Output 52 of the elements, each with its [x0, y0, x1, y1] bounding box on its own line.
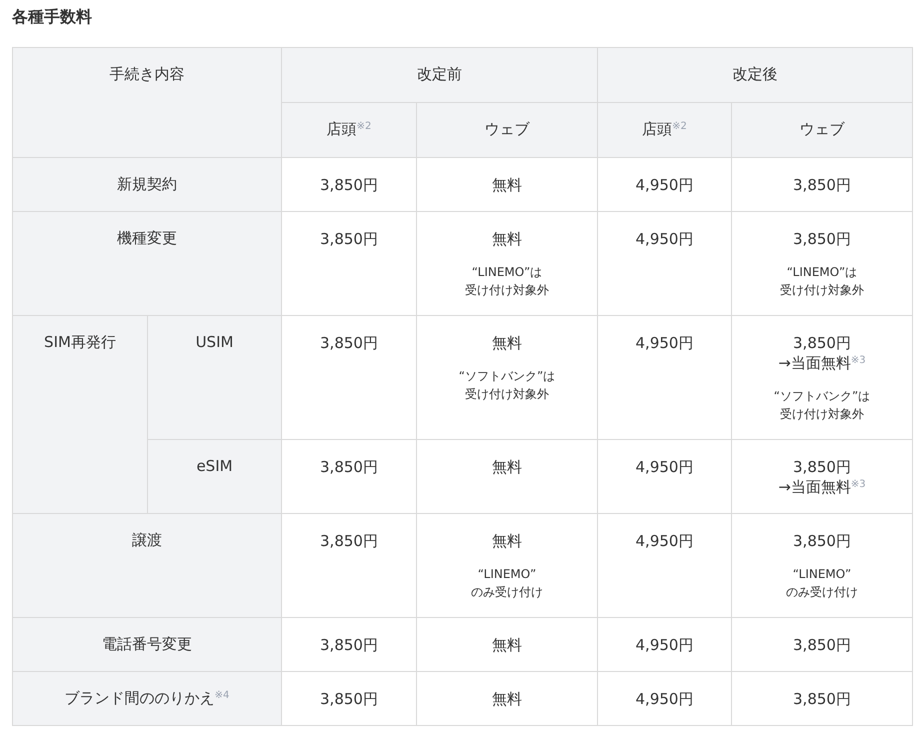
fee-value: 3,850円	[319, 457, 379, 477]
fee-value: →当面無料$^{※3}$	[777, 477, 867, 497]
fee-value: 3,850円	[792, 457, 852, 477]
fee-value: 3,850円	[792, 635, 852, 655]
row-header: ブランド間ののりかえ$^{※4}$	[64, 688, 230, 708]
fee-value: 3,850円	[319, 229, 379, 249]
row-header: 機種変更	[117, 228, 177, 248]
fee-value: 4,950円	[634, 333, 694, 353]
fee-value: 4,950円	[634, 531, 694, 551]
row-header: 新規契約	[117, 174, 177, 194]
fee-value: 無料	[491, 229, 523, 249]
fee-value: 3,850円	[792, 229, 852, 249]
column-header: 店頭$^{※2}$	[642, 119, 687, 139]
fee-value: 無料	[491, 333, 523, 353]
note-text: “ソフトバンク”は 受け付け対象外	[774, 388, 870, 423]
fee-value: 3,850円	[319, 689, 379, 709]
fee-value: 3,850円	[319, 333, 379, 353]
fee-value: 3,850円	[319, 175, 379, 195]
fee-value: 無料	[491, 689, 523, 709]
column-header: 手続き内容	[110, 64, 184, 84]
column-group-header: 改定前	[417, 64, 462, 84]
fee-value: 3,850円	[792, 531, 852, 551]
fee-value: 3,850円	[319, 531, 379, 551]
fee-value: →当面無料$^{※3}$	[777, 353, 867, 373]
fee-value: 3,850円	[792, 333, 852, 353]
column-header: ウェブ	[800, 119, 844, 139]
fee-value: 3,850円	[319, 635, 379, 655]
column-header: 店頭$^{※2}$	[326, 119, 372, 139]
row-header: 譲渡	[132, 530, 162, 550]
fee-value: 4,950円	[634, 689, 694, 709]
fee-value: 4,950円	[634, 457, 694, 477]
fee-value: 無料	[491, 457, 523, 477]
fee-value: 3,850円	[792, 689, 852, 709]
note-text: “ソフトバンク”は 受け付け対象外	[458, 368, 556, 403]
column-group-header: 改定後	[732, 64, 778, 84]
fee-value: 無料	[491, 531, 523, 551]
fee-value: 無料	[491, 635, 523, 655]
row-subheader: USIM	[196, 332, 234, 352]
row-header: SIM再発行	[44, 332, 116, 352]
fee-value: 4,950円	[634, 635, 694, 655]
note-text: “LINEMO” のみ受け付け	[786, 566, 858, 601]
note-text: “LINEMO”は 受け付け対象外	[465, 264, 549, 299]
fee-value: 無料	[491, 175, 523, 195]
section-title: 各種手数料	[12, 6, 93, 28]
note-text: “LINEMO”は 受け付け対象外	[780, 264, 864, 299]
row-subheader: eSIM	[196, 456, 233, 476]
note-text: “LINEMO” のみ受け付け	[471, 566, 543, 601]
row-header: 電話番号変更	[102, 634, 192, 654]
fee-value: 4,950円	[634, 229, 694, 249]
fee-value: 3,850円	[792, 175, 852, 195]
fee-value: 4,950円	[634, 175, 694, 195]
column-header: ウェブ	[484, 119, 530, 139]
